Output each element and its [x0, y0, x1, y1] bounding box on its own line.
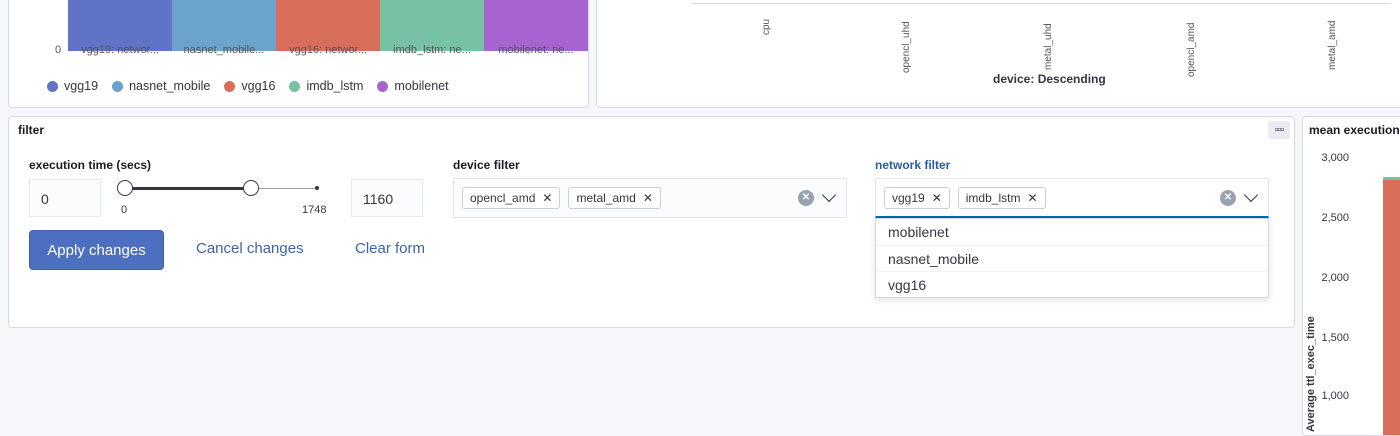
legend-item-vgg19[interactable]: vgg19	[47, 79, 98, 93]
slider-track	[251, 188, 317, 189]
pill-label: vgg19	[892, 190, 925, 205]
y-tick-label: 2,500	[1321, 212, 1349, 224]
legend-label: vgg16	[241, 79, 276, 93]
network-options-list: mobilenet nasnet_mobile vgg16	[875, 218, 1269, 298]
bar-label: mobilenet: ne...	[498, 44, 574, 56]
x-tick-label: opencl_amd	[1186, 22, 1197, 77]
slider-max-label: 1748	[302, 204, 327, 216]
network-pill-vgg19: vgg19 ✕	[884, 186, 950, 209]
panel-title: filter	[18, 123, 45, 137]
legend-dot-icon	[224, 80, 236, 92]
device-chart-panel: cpu opencl_uhd metal_uhd opencl_amd meta…	[596, 0, 1400, 108]
option-nasnet-mobile[interactable]: nasnet_mobile	[876, 246, 1268, 273]
panel-title: mean execution	[1309, 123, 1400, 137]
bar-label: nasnet_mobile...	[183, 44, 265, 56]
network-filter-label: network filter	[875, 158, 951, 172]
cancel-changes-button[interactable]: Cancel changes	[196, 240, 304, 257]
pill-label: metal_amd	[576, 191, 636, 205]
device-pill-metal-amd: metal_amd ✕	[568, 187, 661, 209]
legend-dot-icon	[47, 80, 58, 92]
execution-time-label: execution time (secs)	[29, 158, 152, 172]
bar-imdb-lstm[interactable]	[1383, 177, 1400, 180]
bar-label: vgg16: networ...	[289, 44, 367, 56]
x-tick-label: cpu	[761, 18, 772, 35]
bar-vgg16[interactable]	[1383, 179, 1400, 435]
legend-dot-icon	[289, 80, 301, 92]
x-axis-line	[691, 3, 1391, 4]
slider-min-handle[interactable]	[117, 180, 133, 196]
legend-label: imdb_lstm	[306, 79, 364, 93]
y-axis-title: Average ttl_exec_time	[1305, 316, 1317, 432]
x-tick-label: opencl_uhd	[901, 21, 912, 73]
bar-label: vgg19: networ...	[81, 44, 159, 56]
option-vgg16[interactable]: vgg16	[876, 272, 1268, 299]
slider-end-dot	[315, 186, 319, 190]
legend-item-nasnet-mobile[interactable]: nasnet_mobile	[112, 79, 210, 93]
slider-selected-range	[125, 187, 251, 190]
pill-label: opencl_amd	[470, 191, 536, 205]
legend-label: vgg19	[64, 79, 99, 93]
legend-dot-icon	[377, 80, 389, 92]
x-axis-title: device: Descending	[993, 72, 1106, 86]
network-filter-combobox[interactable]: vgg19 ✕ imdb_lstm ✕ ✕	[875, 178, 1269, 218]
mean-execution-panel: mean execution 3,000 2,500 2,000 1,500 1…	[1302, 116, 1400, 436]
y-tick-label: 1,000	[1321, 390, 1349, 402]
apply-changes-button[interactable]: Apply changes	[29, 230, 164, 270]
panel-options-button[interactable]: ▫▫▫	[1268, 121, 1290, 139]
execution-time-max-input[interactable]: 1160	[351, 179, 423, 217]
legend-label: mobilenet	[394, 79, 449, 93]
x-tick-label: metal_uhd	[1043, 23, 1054, 70]
legend-dot-icon	[112, 80, 124, 92]
device-filter-label: device filter	[453, 158, 520, 172]
legend-item-mobilenet[interactable]: mobilenet	[377, 79, 449, 93]
chart-legend: vgg19 nasnet_mobile vgg16 imdb_lstm mobi…	[47, 79, 449, 93]
remove-icon[interactable]: ✕	[1027, 191, 1037, 205]
legend-item-imdb-lstm[interactable]: imdb_lstm	[289, 79, 363, 93]
clear-icon[interactable]: ✕	[1220, 190, 1236, 206]
chevron-down-icon[interactable]	[1243, 187, 1259, 203]
clear-form-button[interactable]: Clear form	[355, 240, 425, 257]
remove-icon[interactable]: ✕	[643, 191, 653, 205]
execution-time-min-input[interactable]: 0	[29, 179, 101, 217]
option-mobilenet[interactable]: mobilenet	[876, 219, 1268, 246]
legend-item-vgg16[interactable]: vgg16	[224, 79, 275, 93]
filter-panel: filter ▫▫▫ execution time (secs) 0 0 174…	[8, 116, 1295, 328]
clear-icon[interactable]: ✕	[798, 190, 814, 206]
remove-icon[interactable]: ✕	[932, 191, 942, 205]
device-pill-opencl-amd: opencl_amd ✕	[462, 187, 561, 209]
remove-icon[interactable]: ✕	[542, 191, 552, 205]
device-filter-combobox[interactable]: opencl_amd ✕ metal_amd ✕ ✕	[453, 178, 847, 218]
y-tick-label: 1,500	[1321, 332, 1349, 344]
ellipsis-icon: ▫▫▫	[1274, 124, 1285, 136]
slider-max-handle[interactable]	[243, 180, 259, 196]
x-tick-label: metal_amd	[1327, 20, 1338, 70]
chevron-down-icon[interactable]	[821, 187, 837, 203]
slider-min-label: 0	[121, 204, 128, 216]
legend-label: nasnet_mobile	[129, 79, 211, 93]
pill-label: imdb_lstm	[965, 190, 1021, 205]
network-pill-imdb-lstm: imdb_lstm ✕	[957, 186, 1046, 209]
y-tick-label: 3,000	[1321, 152, 1349, 164]
network-chart-panel: 0 vgg19: networ... nasnet_mobile... vgg1…	[8, 0, 589, 108]
y-tick-label: 2,000	[1321, 272, 1349, 284]
y-zero-label: 0	[55, 44, 62, 56]
bar-label: imdb_lstm: ne...	[393, 44, 471, 56]
